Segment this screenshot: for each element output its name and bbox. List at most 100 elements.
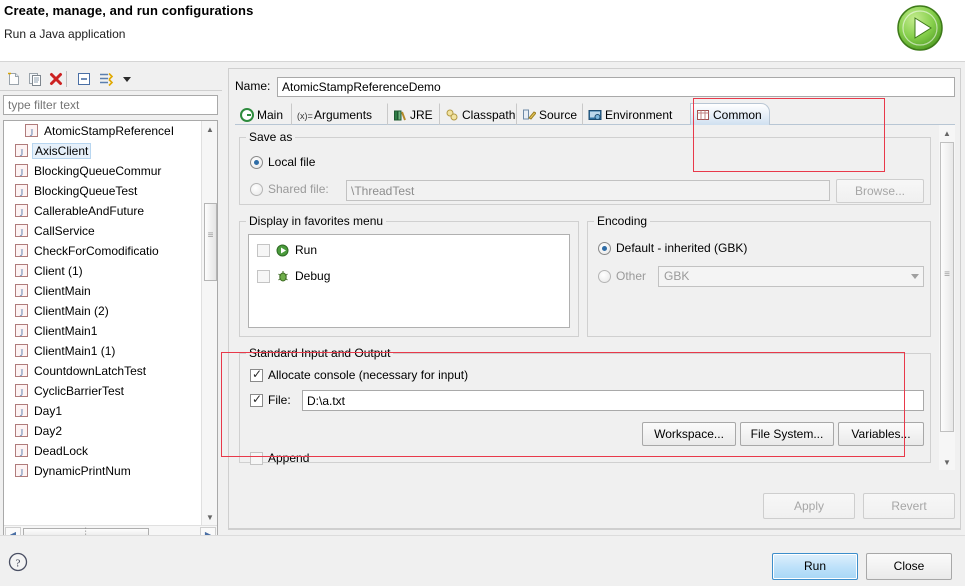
content-vertical-scrollbar[interactable]: ▲ ▼	[939, 125, 955, 470]
tree-item[interactable]: CallerableAndFuture	[4, 201, 203, 223]
classpath-links-icon	[445, 108, 459, 122]
search-input[interactable]	[3, 95, 218, 115]
tab-label: Arguments	[314, 107, 373, 122]
tab-source[interactable]: Source	[516, 103, 584, 125]
encoding-default-label: Default - inherited (GBK)	[616, 241, 748, 255]
encoding-default-radio[interactable]	[598, 242, 611, 255]
tab-classpath[interactable]: Classpath	[439, 103, 522, 125]
apply-button[interactable]: Apply	[763, 493, 855, 519]
tree-item[interactable]: ClientMain	[4, 281, 203, 303]
scroll-down-arrow-icon[interactable]: ▼	[939, 454, 955, 470]
tree-item-label: BlockingQueueCommur	[34, 164, 162, 178]
tab-environment[interactable]: Environment	[582, 103, 679, 125]
configuration-name-field[interactable]	[277, 77, 955, 97]
tree-item[interactable]: AtomicStampReferenceI	[4, 121, 203, 143]
tree-item[interactable]: CyclicBarrierTest	[4, 381, 203, 403]
scrollbar-thumb[interactable]	[204, 203, 217, 281]
encoding-other-radio[interactable]	[598, 270, 611, 283]
close-button[interactable]: Close	[866, 553, 952, 580]
browse-button[interactable]: Browse...	[836, 179, 924, 203]
allocate-console-checkbox[interactable]	[250, 367, 263, 382]
shared-file-label: Shared file:	[268, 182, 329, 196]
java-class-icon	[15, 203, 28, 223]
tab-bar: Main (x)= Arguments JRE Classpath Source…	[235, 103, 955, 125]
run-green-play-icon	[895, 3, 945, 53]
file-label: File:	[268, 393, 291, 407]
tree-item-label: Day2	[34, 424, 63, 438]
tree-item[interactable]: ClientMain1	[4, 321, 203, 343]
shared-file-radio[interactable]	[250, 183, 263, 196]
list-item[interactable]: Debug	[249, 267, 569, 287]
collapse-all-icon[interactable]	[74, 69, 94, 89]
local-file-radio[interactable]	[250, 156, 263, 169]
tree-item-label: ClientMain	[34, 284, 91, 298]
java-class-icon	[15, 323, 28, 343]
encoding-other-select[interactable]: GBK	[658, 266, 924, 287]
tree-item[interactable]: BlockingQueueTest	[4, 181, 203, 203]
tab-common[interactable]: Common	[690, 103, 770, 125]
help-question-icon[interactable]: ?	[8, 552, 28, 572]
tab-main[interactable]: Main	[235, 103, 290, 125]
scroll-down-arrow-icon[interactable]: ▼	[202, 509, 217, 525]
tree-item-label: Day1	[34, 404, 63, 418]
java-class-icon	[15, 243, 28, 263]
tree-item[interactable]: CallService	[4, 221, 203, 243]
tab-jre[interactable]: JRE	[387, 103, 440, 125]
duplicate-configuration-icon[interactable]	[25, 69, 45, 89]
file-system-button[interactable]: File System...	[740, 422, 834, 446]
svg-text:?: ?	[16, 558, 21, 570]
tree-item[interactable]: ClientMain (2)	[4, 301, 203, 323]
tree-item-label: Client (1)	[34, 264, 83, 278]
revert-button[interactable]: Revert	[863, 493, 955, 519]
jre-library-icon	[393, 108, 407, 122]
local-file-label: Local file	[268, 155, 316, 169]
tree-item[interactable]: AxisClient	[4, 141, 203, 163]
scroll-up-arrow-icon[interactable]: ▲	[939, 125, 955, 141]
tree-item-label: CallerableAndFuture	[34, 204, 145, 218]
scrollbar-thumb[interactable]	[940, 142, 954, 432]
favorites-run-checkbox[interactable]	[257, 244, 270, 257]
tree-item-label: ClientMain1	[34, 324, 98, 338]
name-label: Name:	[235, 79, 271, 93]
tab-label: JRE	[410, 107, 433, 122]
shared-file-path-field[interactable]	[346, 180, 830, 201]
scroll-up-arrow-icon[interactable]: ▲	[202, 121, 217, 137]
tree-item-label: AxisClient	[32, 143, 92, 159]
configurations-tree[interactable]: AtomicStampReferenceI AxisClient Blockin…	[3, 120, 218, 544]
name-row: Name:	[235, 77, 955, 97]
tab-arguments[interactable]: (x)= Arguments	[291, 103, 379, 125]
filter-icon[interactable]	[96, 69, 116, 89]
apply-revert-bar: Apply Revert	[228, 483, 961, 529]
tree-item[interactable]: ClientMain1 (1)	[4, 341, 203, 363]
view-menu-chevron-icon[interactable]	[117, 69, 137, 89]
favorites-listbox[interactable]: Run Debug	[248, 234, 570, 328]
variables-button[interactable]: Variables...	[838, 422, 924, 446]
new-configuration-icon[interactable]	[4, 69, 24, 89]
tree-vertical-scrollbar[interactable]: ▲ ▼	[201, 121, 217, 525]
tree-item[interactable]: BlockingQueueCommur	[4, 161, 203, 183]
workspace-button[interactable]: Workspace...	[642, 422, 736, 446]
configuration-editor: Name: Main (x)= Arguments	[228, 68, 961, 530]
delete-configuration-icon[interactable]	[46, 69, 66, 89]
main-circle-icon	[240, 107, 254, 122]
list-item[interactable]: Run	[249, 241, 569, 261]
file-checkbox[interactable]	[250, 392, 263, 407]
tree-item[interactable]: Day1	[4, 401, 203, 423]
svg-text:(x)=: (x)=	[297, 111, 313, 121]
tree-item-label: CheckForComodificatio	[34, 244, 159, 258]
tree-item[interactable]: DeadLock	[4, 441, 203, 463]
append-checkbox[interactable]	[250, 452, 263, 465]
tree-item[interactable]: DynamicPrintNum	[4, 461, 203, 483]
run-button[interactable]: Run	[772, 553, 858, 580]
tree-item[interactable]: Day2	[4, 421, 203, 443]
tree-item-label: DeadLock	[34, 444, 89, 458]
output-file-field[interactable]	[302, 390, 924, 411]
allocate-console-label: Allocate console (necessary for input)	[268, 368, 469, 382]
java-class-icon	[15, 363, 28, 383]
tree-item-label: AtomicStampReferenceI	[44, 124, 175, 138]
favorites-debug-checkbox[interactable]	[257, 270, 270, 283]
tree-item[interactable]: CountdownLatchTest	[4, 361, 203, 383]
tree-item[interactable]: Client (1)	[4, 261, 203, 283]
tree-item[interactable]: CheckForComodificatio	[4, 241, 203, 263]
favorites-group: Display in favorites menu Run Debug	[239, 214, 579, 337]
